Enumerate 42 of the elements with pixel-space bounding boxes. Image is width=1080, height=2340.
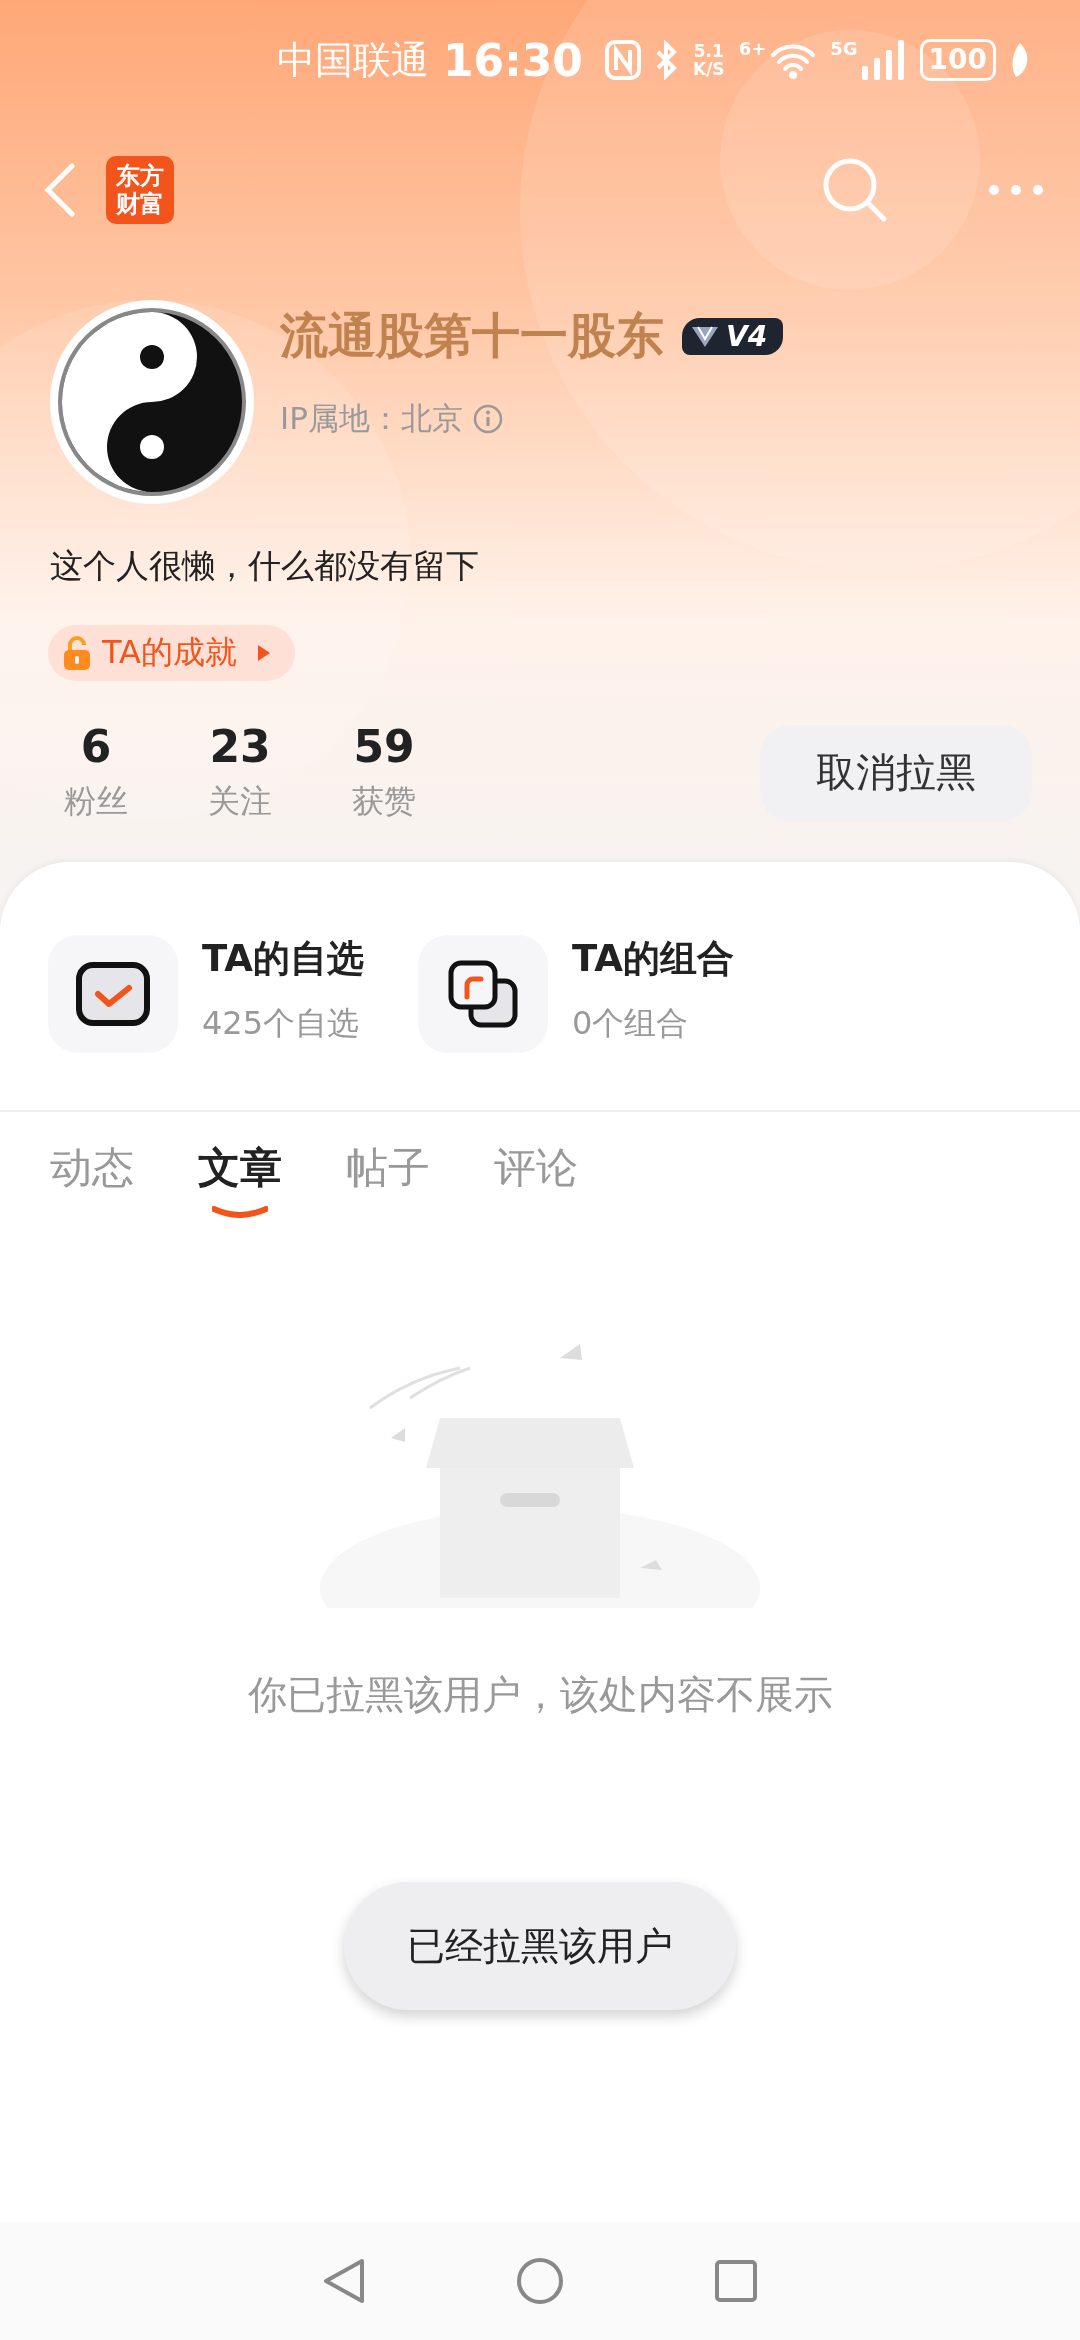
- back-nav-icon[interactable]: [322, 2257, 366, 2305]
- recents-nav-icon[interactable]: [714, 2259, 758, 2303]
- home-nav-icon[interactable]: [516, 2257, 564, 2305]
- stat-count[interactable]: 59: [353, 721, 415, 772]
- shortcut-count: 425个自选: [202, 1003, 361, 1044]
- stat-label[interactable]: 关注: [208, 780, 272, 824]
- stat-label[interactable]: 获赞: [352, 780, 416, 824]
- triangle-icon: [256, 644, 271, 662]
- overlapping-squares-icon[interactable]: [447, 959, 519, 1029]
- stat-count[interactable]: 23: [209, 721, 271, 772]
- blocked-message: 你已拉黑该用户，该处内容不展示: [247, 1671, 833, 1719]
- achievement-button[interactable]: TA的成就: [48, 625, 295, 681]
- tab-underline: [212, 1206, 268, 1218]
- ip-location: IP属地：北京: [280, 399, 463, 438]
- tab[interactable]: 帖子: [346, 1140, 430, 1218]
- level-badge: V4: [682, 317, 784, 355]
- unblock-button[interactable]: 取消拉黑: [760, 724, 1032, 821]
- carrier-name: 中国联通: [276, 36, 429, 84]
- tab[interactable]: 评论: [494, 1140, 578, 1218]
- shortcut-count: 0个组合: [572, 1003, 690, 1044]
- tab[interactable]: 文章: [198, 1140, 282, 1218]
- shortcut-title[interactable]: TA的自选: [202, 934, 364, 984]
- clock: 16:30: [442, 34, 583, 86]
- toast-message: 已经拉黑该用户: [344, 1882, 736, 2010]
- network-speed: 5.1: [693, 42, 724, 60]
- stat-label[interactable]: 粉丝: [64, 780, 128, 824]
- signal-icon: [861, 40, 906, 80]
- tab[interactable]: 动态: [50, 1140, 134, 1218]
- nfc-icon: [605, 40, 641, 80]
- user-name: 流通股第十一股东: [280, 306, 664, 365]
- wifi-standard: 6+: [738, 37, 767, 59]
- stat-count[interactable]: 6: [80, 721, 112, 772]
- bluetooth-icon: [655, 40, 679, 80]
- app-logo[interactable]: 东方 财富: [106, 156, 174, 224]
- checkbox-icon[interactable]: [76, 962, 150, 1026]
- network-type: 5G: [830, 37, 858, 59]
- battery-level: 100: [919, 39, 996, 81]
- lock-icon: [62, 635, 92, 671]
- bio-text: 这个人很懒，什么都没有留下: [49, 545, 480, 587]
- speed-unit: K/S: [693, 60, 725, 78]
- info-icon[interactable]: [472, 404, 503, 434]
- shortcut-title[interactable]: TA的组合: [572, 934, 734, 984]
